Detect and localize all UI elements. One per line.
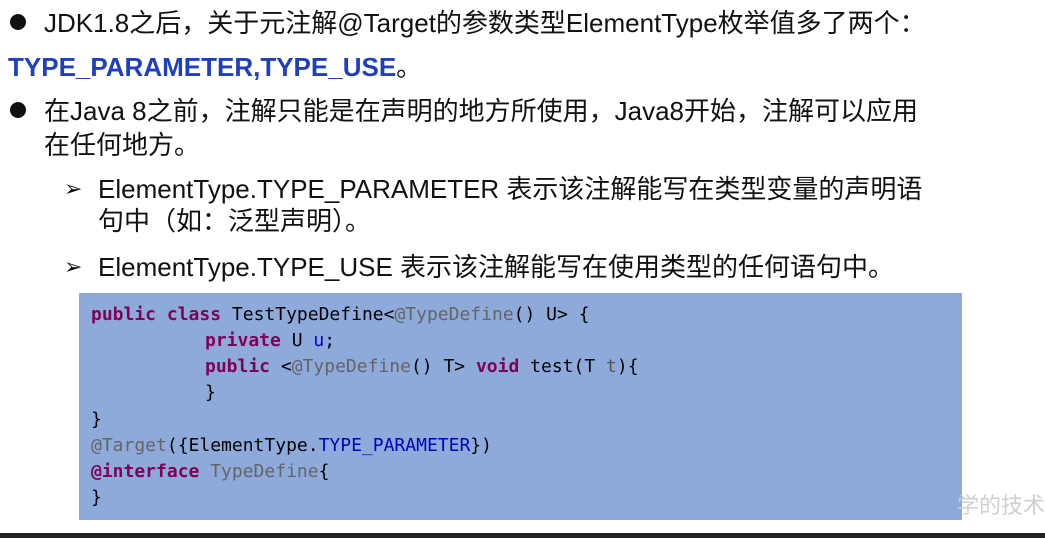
- sub-bullet-2-line-1: ElementType.TYPE_USE 表示该注解能写在使用类型的任何语句中。: [98, 252, 895, 282]
- code-line-1: public class TestTypeDefine<@TypeDefine(…: [91, 304, 590, 325]
- bullet-2-line-2: 在任何地方。: [44, 130, 201, 160]
- bullet-1-line-1: JDK1.8之后，关于元注解@Target的参数类型ElementType枚举值…: [44, 8, 926, 38]
- code-line-5: }: [91, 409, 102, 430]
- bottom-divider: [0, 533, 1045, 538]
- sub-bullet-1-line-1: ElementType.TYPE_PARAMETER 表示该注解能写在类型变量的…: [98, 174, 923, 204]
- code-line-2: private U u;: [205, 330, 336, 351]
- arrow-bullet-icon: ➢: [64, 176, 83, 201]
- bullet-dot-icon: [10, 14, 26, 30]
- watermark: 学的技术: [956, 494, 1045, 519]
- code-line-6: @Target({ElementType.TYPE_PARAMETER}): [91, 435, 492, 456]
- bullet-2-line-1: 在Java 8之前，注解只能是在声明的地方所使用，Java8开始，注解可以应用: [44, 96, 918, 126]
- code-line-4: }: [205, 382, 216, 403]
- code-line-8: }: [91, 487, 102, 508]
- code-line-7: @interface TypeDefine{: [91, 461, 330, 482]
- arrow-bullet-icon: ➢: [64, 254, 83, 279]
- bullet-1-enum-values: TYPE_PARAMETER,TYPE_USE: [8, 52, 397, 82]
- code-line-3: public <@TypeDefine() T> void test(T t){: [205, 356, 639, 377]
- bullet-1-line-2-end: 。: [396, 52, 423, 82]
- code-block: public class TestTypeDefine<@TypeDefine(…: [79, 293, 962, 520]
- sub-bullet-1-line-2: 句中（如：泛型声明）。: [98, 206, 372, 236]
- bullet-1-line-2: TYPE_PARAMETER,TYPE_USE。: [8, 52, 422, 82]
- bullet-dot-icon: [10, 102, 26, 118]
